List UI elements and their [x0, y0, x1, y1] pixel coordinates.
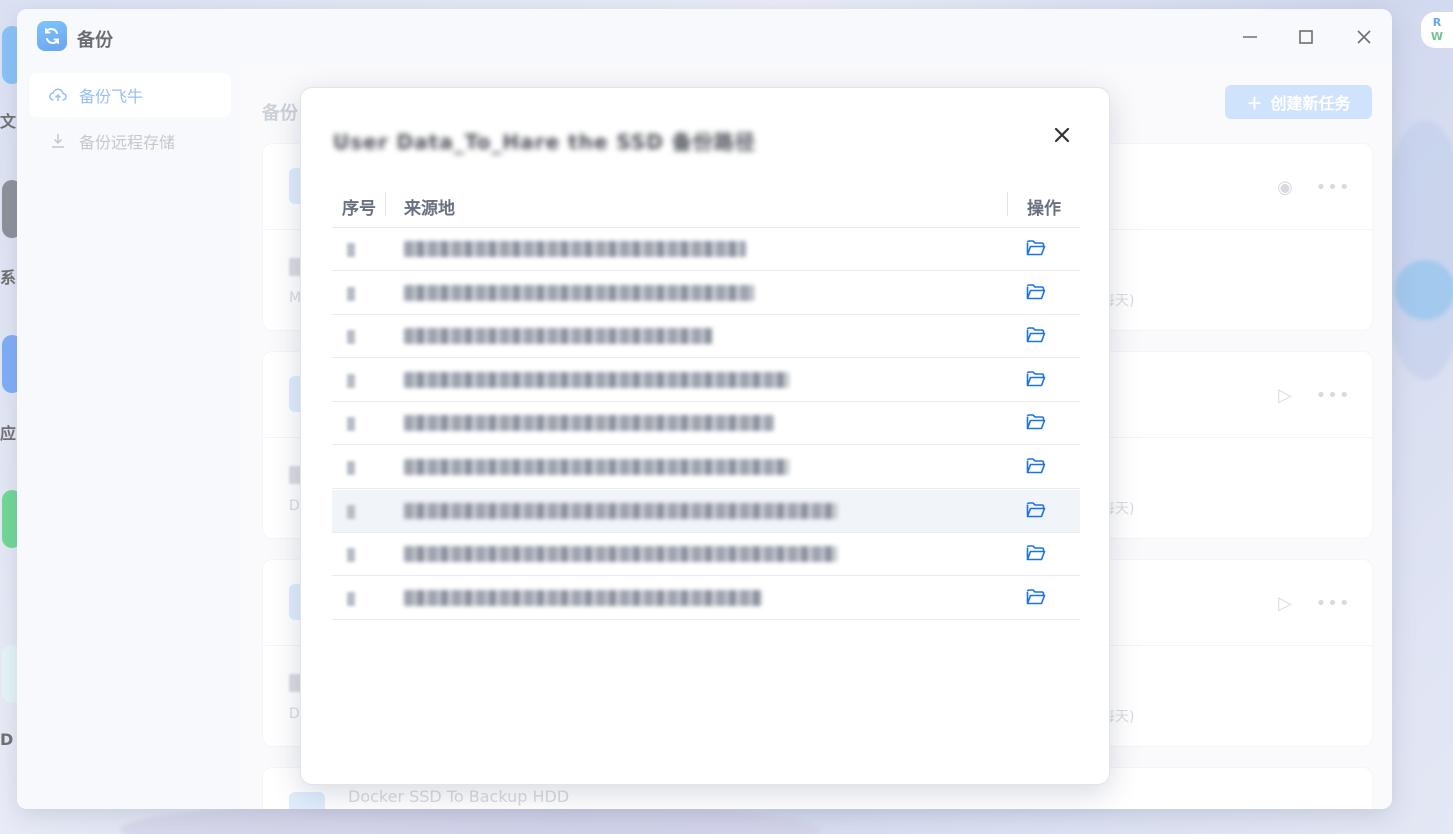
dialog-title: User Data_To_Hare the SSD 备份路径	[333, 130, 756, 154]
source-path-blurred	[404, 241, 746, 257]
row-index-blurred	[347, 548, 355, 563]
row-index-blurred	[347, 373, 355, 388]
source-path-blurred	[404, 415, 774, 432]
source-path-blurred	[404, 328, 712, 345]
close-icon	[1054, 127, 1070, 143]
source-path-blurred	[404, 284, 754, 301]
source-path-blurred	[404, 546, 837, 563]
table-row[interactable]	[332, 228, 1080, 271]
table-row[interactable]	[332, 272, 1080, 315]
open-folder-icon[interactable]	[1026, 588, 1048, 608]
dialog-close-button[interactable]	[1051, 124, 1073, 146]
column-divider	[1007, 192, 1008, 216]
row-index-blurred	[347, 286, 355, 301]
table-row[interactable]	[332, 315, 1080, 359]
source-path-blurred	[404, 371, 789, 388]
open-folder-icon[interactable]	[1026, 413, 1048, 433]
table-row[interactable]	[332, 446, 1080, 489]
open-folder-icon[interactable]	[1026, 370, 1048, 390]
table-row[interactable]	[332, 577, 1080, 620]
table-row[interactable]	[332, 402, 1080, 446]
source-path-blurred	[404, 502, 837, 519]
open-folder-icon[interactable]	[1026, 326, 1048, 346]
row-index-blurred	[347, 591, 355, 606]
row-index-blurred	[347, 504, 355, 519]
row-index-blurred	[347, 417, 355, 432]
column-header-action: 操作	[1027, 199, 1061, 219]
column-header-index: 序号	[342, 199, 376, 219]
open-folder-icon[interactable]	[1026, 501, 1048, 521]
table-header: 序号 来源地 操作	[332, 188, 1080, 228]
table-row[interactable]	[332, 489, 1080, 533]
row-index-blurred	[347, 330, 355, 345]
row-index-blurred	[347, 461, 355, 475]
column-header-source: 来源地	[404, 199, 455, 219]
source-path-blurred	[404, 589, 762, 606]
open-folder-icon[interactable]	[1026, 544, 1048, 564]
open-folder-icon[interactable]	[1026, 239, 1048, 259]
open-folder-icon[interactable]	[1026, 457, 1048, 477]
table-row[interactable]	[332, 359, 1080, 402]
open-folder-icon[interactable]	[1026, 283, 1048, 303]
column-divider	[385, 192, 386, 216]
backup-paths-dialog: User Data_To_Hare the SSD 备份路径 序号 来源地 操作	[300, 87, 1110, 785]
table-row[interactable]	[332, 533, 1080, 577]
source-path-blurred	[404, 459, 789, 475]
row-index-blurred	[347, 243, 355, 257]
